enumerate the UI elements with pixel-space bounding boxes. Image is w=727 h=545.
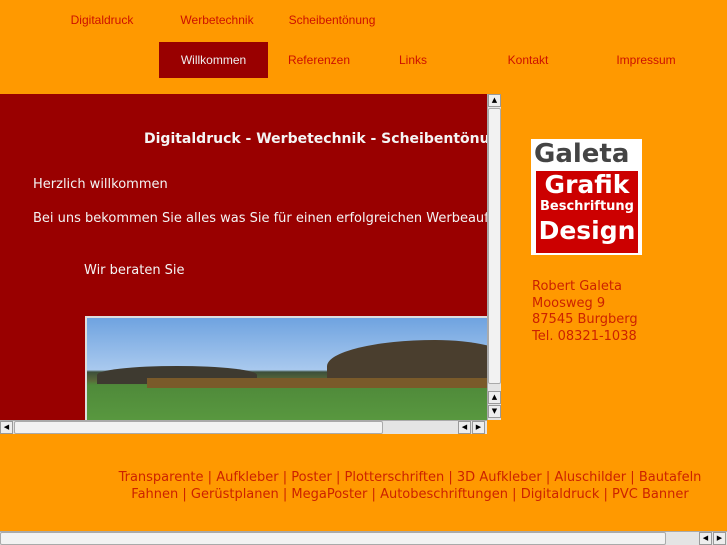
nav-impressum[interactable]: Impressum <box>611 42 681 78</box>
footer-separator: | <box>626 470 639 485</box>
page-scroll-thumb[interactable] <box>0 532 666 545</box>
logo-design: Design <box>538 216 636 245</box>
vertical-scroll-thumb[interactable] <box>488 108 501 384</box>
nav-willkommen[interactable]: Willkommen <box>159 42 268 78</box>
nav-werbetechnik[interactable]: Werbetechnik <box>172 2 262 38</box>
footer-links: Transparente | Aufkleber | Poster | Plot… <box>110 469 710 503</box>
address-city: 87545 Burgberg <box>532 312 638 327</box>
galeta-logo: Galeta Grafik Beschriftung Design <box>531 139 642 255</box>
footer-link[interactable]: MegaPoster <box>291 487 367 502</box>
frame-horizontal-scrollbar[interactable]: ◀ ◀ ▶ <box>0 420 487 434</box>
scroll-up-icon[interactable]: ▲ <box>488 391 501 404</box>
advice-text: Wir beraten Sie <box>84 263 185 278</box>
footer-link[interactable]: Aufkleber <box>216 470 278 485</box>
scroll-left-icon[interactable]: ◀ <box>0 421 13 434</box>
footer-separator: | <box>331 470 345 485</box>
nav-referenzen[interactable]: Referenzen <box>278 42 360 78</box>
landscape-photo <box>85 316 487 420</box>
scroll-right-icon[interactable]: ▶ <box>472 421 485 434</box>
scroll-left-icon[interactable]: ◀ <box>458 421 471 434</box>
footer-separator: | <box>599 487 613 502</box>
footer-row-1: Transparente | Aufkleber | Poster | Plot… <box>110 469 710 486</box>
footer-link[interactable]: Bautafeln <box>639 470 702 485</box>
footer-separator: | <box>444 470 457 485</box>
scroll-right-icon[interactable]: ▶ <box>713 532 726 545</box>
address: Robert Galeta Moosweg 9 87545 Burgberg T… <box>532 279 638 345</box>
content-frame: Digitaldruck - Werbetechnik - Scheibentö… <box>0 94 487 420</box>
intro-text: Bei uns bekommen Sie alles was Sie für e… <box>33 211 487 226</box>
greeting: Herzlich willkommen <box>33 177 168 192</box>
frame-vertical-scrollbar[interactable]: ▲ ▲ ▼ <box>487 94 501 420</box>
footer-separator: | <box>278 487 292 502</box>
footer-link[interactable]: Autobeschriftungen <box>380 487 508 502</box>
nav-digitaldruck[interactable]: Digitaldruck <box>62 2 142 38</box>
address-phone: Tel. 08321-1038 <box>532 328 637 344</box>
address-name: Robert Galeta <box>532 279 622 294</box>
footer-separator: | <box>541 470 555 485</box>
scroll-up-icon[interactable]: ▲ <box>488 94 501 107</box>
footer-link[interactable]: 3D Aufkleber <box>457 470 542 485</box>
horizontal-scroll-thumb[interactable] <box>14 421 383 434</box>
content-heading: Digitaldruck - Werbetechnik - Scheibentö… <box>144 131 487 147</box>
footer-separator: | <box>508 487 521 502</box>
page-horizontal-scrollbar[interactable]: ◀ ▶ <box>0 531 727 545</box>
footer-link[interactable]: Transparente <box>119 470 204 485</box>
footer-link[interactable]: Plotterschriften <box>345 470 445 485</box>
address-street: Moosweg 9 <box>532 295 606 311</box>
footer-link[interactable]: Poster <box>291 470 332 485</box>
nav-links[interactable]: Links <box>383 42 443 78</box>
footer-separator: | <box>203 470 217 485</box>
footer-separator: | <box>278 470 292 485</box>
footer-link[interactable]: Aluschilder <box>554 470 626 485</box>
nav-kontakt[interactable]: Kontakt <box>498 42 558 78</box>
footer-link[interactable]: PVC Banner <box>612 487 689 502</box>
logo-name: Galeta <box>534 139 630 169</box>
footer-link[interactable]: Fahnen <box>131 487 178 502</box>
footer-link[interactable]: Gerüstplanen <box>191 487 279 502</box>
footer-link[interactable]: Digitaldruck <box>521 487 600 502</box>
footer-separator: | <box>178 487 191 502</box>
footer-separator: | <box>367 487 381 502</box>
scroll-down-icon[interactable]: ▼ <box>488 405 501 418</box>
logo-grafik: Grafik <box>544 170 630 199</box>
scroll-left-icon[interactable]: ◀ <box>699 532 712 545</box>
footer-row-2: Fahnen | Gerüstplanen | MegaPoster | Aut… <box>110 486 710 503</box>
logo-beschriftung: Beschriftung <box>540 199 634 214</box>
nav-scheibentoenung[interactable]: Scheibentönung <box>282 2 382 38</box>
